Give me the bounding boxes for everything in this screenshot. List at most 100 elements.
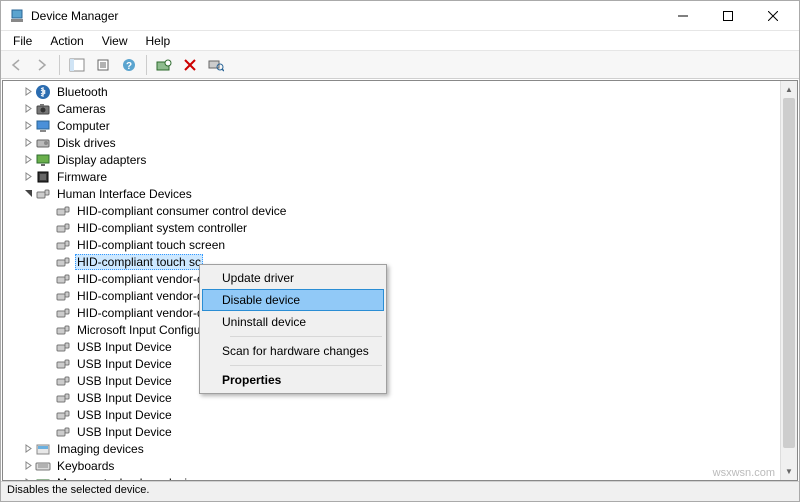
- tree-device[interactable]: HID-compliant system controller: [3, 219, 780, 236]
- tree-category[interactable]: Human Interface Devices: [3, 185, 780, 202]
- expand-icon[interactable]: [21, 119, 35, 133]
- category-label: Memory technology devices: [55, 475, 208, 481]
- hid-icon: [35, 186, 51, 202]
- tree-device[interactable]: USB Input Device: [3, 423, 780, 440]
- toolbar: ?: [1, 51, 799, 79]
- titlebar: Device Manager: [1, 1, 799, 31]
- expand-icon[interactable]: [21, 85, 35, 99]
- menu-view[interactable]: View: [94, 32, 136, 50]
- update-driver-button[interactable]: [153, 54, 175, 76]
- camera-icon: [35, 101, 51, 117]
- expand-icon[interactable]: [21, 170, 35, 184]
- hid-device-icon: [55, 288, 71, 304]
- hid-device-icon: [55, 407, 71, 423]
- properties-button[interactable]: [92, 54, 114, 76]
- ctx-update-driver[interactable]: Update driver: [202, 267, 384, 289]
- device-label: USB Input Device: [75, 373, 174, 389]
- tree-device[interactable]: USB Input Device: [3, 406, 780, 423]
- vertical-scrollbar[interactable]: ▲ ▼: [780, 81, 797, 480]
- tree-device[interactable]: USB Input Device: [3, 389, 780, 406]
- uninstall-button[interactable]: [179, 54, 201, 76]
- ctx-properties[interactable]: Properties: [202, 369, 384, 391]
- hid-device-icon: [55, 390, 71, 406]
- content-pane: BluetoothCamerasComputerDisk drivesDispl…: [2, 80, 798, 481]
- show-hide-console-button[interactable]: [66, 54, 88, 76]
- minimize-button[interactable]: [660, 2, 705, 30]
- ctx-scan-hardware[interactable]: Scan for hardware changes: [202, 340, 384, 362]
- category-label: Bluetooth: [55, 84, 110, 100]
- category-label: Disk drives: [55, 135, 118, 151]
- tree-category[interactable]: Disk drives: [3, 134, 780, 151]
- tree-category[interactable]: Cameras: [3, 100, 780, 117]
- tree-device[interactable]: USB Input Device: [3, 338, 780, 355]
- tree-device[interactable]: HID-compliant vendor-d: [3, 287, 780, 304]
- watermark: wsxwsn.com: [713, 467, 775, 479]
- tree-device[interactable]: USB Input Device: [3, 355, 780, 372]
- tree-device[interactable]: HID-compliant touch screen: [3, 236, 780, 253]
- tree-device[interactable]: USB Input Device: [3, 372, 780, 389]
- ctx-uninstall-device[interactable]: Uninstall device: [202, 311, 384, 333]
- tree-category[interactable]: Computer: [3, 117, 780, 134]
- expand-icon[interactable]: [21, 102, 35, 116]
- hid-device-icon: [55, 373, 71, 389]
- menu-help[interactable]: Help: [138, 32, 179, 50]
- device-label: HID-compliant touch screen: [75, 237, 227, 253]
- toolbar-separator: [59, 55, 60, 75]
- imaging-icon: [35, 441, 51, 457]
- scan-hardware-button[interactable]: [205, 54, 227, 76]
- device-label: HID-compliant vendor-d: [75, 305, 206, 321]
- hid-device-icon: [55, 356, 71, 372]
- device-label: Microsoft Input Configu: [75, 322, 202, 338]
- hid-device-icon: [55, 322, 71, 338]
- tree-device[interactable]: HID-compliant vendor-d: [3, 270, 780, 287]
- ctx-disable-device[interactable]: Disable device: [202, 289, 384, 311]
- hid-device-icon: [55, 339, 71, 355]
- device-label: USB Input Device: [75, 424, 174, 440]
- device-label: USB Input Device: [75, 339, 174, 355]
- device-label: USB Input Device: [75, 390, 174, 406]
- status-text: Disables the selected device.: [7, 484, 149, 496]
- tree-category[interactable]: Display adapters: [3, 151, 780, 168]
- tree-category[interactable]: Keyboards: [3, 457, 780, 474]
- hid-device-icon: [55, 203, 71, 219]
- expand-icon[interactable]: [21, 459, 35, 473]
- forward-button[interactable]: [31, 54, 53, 76]
- help-button[interactable]: ?: [118, 54, 140, 76]
- device-label: USB Input Device: [75, 356, 174, 372]
- window-title: Device Manager: [31, 9, 660, 23]
- scroll-thumb[interactable]: [783, 98, 795, 448]
- hid-device-icon: [55, 271, 71, 287]
- context-menu: Update driver Disable device Uninstall d…: [199, 264, 387, 394]
- menu-file[interactable]: File: [5, 32, 40, 50]
- category-label: Display adapters: [55, 152, 148, 168]
- expand-icon[interactable]: [21, 442, 35, 456]
- tree-device[interactable]: HID-compliant vendor-d: [3, 304, 780, 321]
- menu-action[interactable]: Action: [42, 32, 91, 50]
- hid-device-icon: [55, 220, 71, 236]
- tree-category[interactable]: Bluetooth: [3, 83, 780, 100]
- tree-category[interactable]: Imaging devices: [3, 440, 780, 457]
- hid-device-icon: [55, 424, 71, 440]
- expand-icon[interactable]: [21, 476, 35, 481]
- category-label: Cameras: [55, 101, 108, 117]
- expand-icon[interactable]: [21, 153, 35, 167]
- expand-icon[interactable]: [21, 136, 35, 150]
- device-tree[interactable]: BluetoothCamerasComputerDisk drivesDispl…: [3, 81, 780, 480]
- tree-category[interactable]: Firmware: [3, 168, 780, 185]
- back-button[interactable]: [5, 54, 27, 76]
- tree-category[interactable]: Memory technology devices: [3, 474, 780, 480]
- device-label: HID-compliant vendor-d: [75, 271, 206, 287]
- toolbar-separator: [146, 55, 147, 75]
- scroll-down-arrow[interactable]: ▼: [781, 463, 797, 480]
- hid-device-icon: [55, 305, 71, 321]
- ctx-separator: [230, 365, 382, 366]
- category-label: Imaging devices: [55, 441, 146, 457]
- tree-device[interactable]: Microsoft Input Configu: [3, 321, 780, 338]
- tree-device[interactable]: HID-compliant touch sc: [3, 253, 780, 270]
- maximize-button[interactable]: [705, 2, 750, 30]
- scroll-up-arrow[interactable]: ▲: [781, 81, 797, 98]
- close-button[interactable]: [750, 2, 795, 30]
- ctx-separator: [230, 336, 382, 337]
- collapse-icon[interactable]: [21, 187, 35, 201]
- tree-device[interactable]: HID-compliant consumer control device: [3, 202, 780, 219]
